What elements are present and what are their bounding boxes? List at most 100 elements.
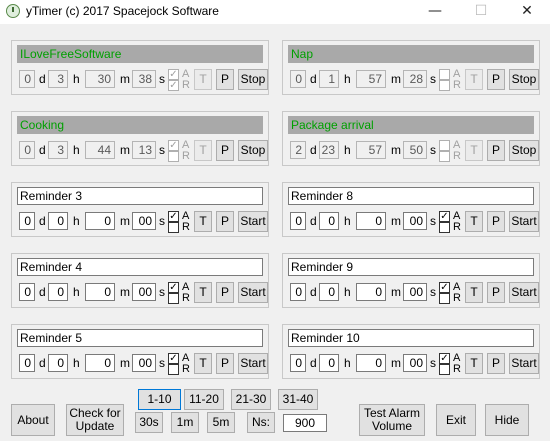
timer-name-input[interactable]: Reminder 10 (288, 329, 534, 347)
stop-button[interactable]: Stop (238, 69, 268, 90)
timer-name-input[interactable]: Package arrival (288, 116, 534, 134)
pause-button[interactable]: P (487, 69, 505, 90)
alarm-checkbox[interactable]: ✓ (168, 140, 179, 151)
timer-days-input[interactable]: 0 (290, 212, 306, 230)
alarm-checkbox[interactable]: ✓ (168, 353, 179, 364)
timer-name-input[interactable]: Cooking (17, 116, 263, 134)
timer-days-input[interactable]: 0 (19, 283, 35, 301)
test-alarm-volume-button[interactable]: Test Alarm Volume (359, 404, 425, 436)
timer-days-input[interactable]: 2 (290, 141, 306, 159)
timer-name-input[interactable]: Reminder 5 (17, 329, 263, 347)
start-button[interactable]: Start (509, 211, 539, 232)
quick-1m-button[interactable]: 1m (171, 412, 199, 433)
close-button[interactable]: ✕ (504, 0, 550, 24)
pause-button[interactable]: P (487, 140, 505, 161)
timer-hours-input[interactable]: 1 (319, 70, 339, 88)
timer-seconds-input[interactable]: 00 (403, 354, 427, 372)
timer-hours-input[interactable]: 0 (48, 354, 68, 372)
test-button[interactable]: T (194, 211, 212, 232)
page-button-31-40[interactable]: 31-40 (278, 389, 318, 410)
test-button[interactable]: T (194, 353, 212, 374)
start-button[interactable]: Start (509, 282, 539, 303)
repeat-checkbox[interactable] (439, 293, 450, 304)
repeat-checkbox[interactable] (439, 151, 450, 162)
test-button[interactable]: T (465, 140, 483, 161)
alarm-checkbox[interactable]: ✓ (168, 211, 179, 222)
timer-seconds-input[interactable]: 38 (132, 70, 156, 88)
timer-seconds-input[interactable]: 00 (132, 283, 156, 301)
test-button[interactable]: T (465, 211, 483, 232)
page-button-11-20[interactable]: 11-20 (184, 389, 224, 410)
timer-hours-input[interactable]: 0 (319, 354, 339, 372)
timer-days-input[interactable]: 0 (290, 283, 306, 301)
alarm-checkbox[interactable]: ✓ (439, 353, 450, 364)
test-button[interactable]: T (465, 69, 483, 90)
timer-minutes-input[interactable]: 0 (85, 283, 115, 301)
timer-name-input[interactable]: Reminder 3 (17, 187, 263, 205)
timer-seconds-input[interactable]: 00 (403, 283, 427, 301)
timer-hours-input[interactable]: 0 (319, 283, 339, 301)
pause-button[interactable]: P (216, 69, 234, 90)
timer-hours-input[interactable]: 3 (48, 70, 68, 88)
test-button[interactable]: T (194, 140, 212, 161)
timer-minutes-input[interactable]: 57 (356, 141, 386, 159)
minimize-button[interactable]: — (412, 0, 458, 24)
test-button[interactable]: T (194, 282, 212, 303)
repeat-checkbox[interactable] (168, 222, 179, 233)
timer-seconds-input[interactable]: 13 (132, 141, 156, 159)
page-button-21-30[interactable]: 21-30 (231, 389, 271, 410)
repeat-checkbox[interactable] (168, 151, 179, 162)
timer-name-input[interactable]: Reminder 8 (288, 187, 534, 205)
timer-minutes-input[interactable]: 30 (85, 70, 115, 88)
repeat-checkbox[interactable] (439, 364, 450, 375)
start-button[interactable]: Start (238, 282, 268, 303)
timer-hours-input[interactable]: 0 (48, 212, 68, 230)
pause-button[interactable]: P (216, 140, 234, 161)
start-button[interactable]: Start (238, 211, 268, 232)
timer-days-input[interactable]: 0 (290, 70, 306, 88)
about-button[interactable]: About (11, 404, 55, 436)
quick-5m-button[interactable]: 5m (207, 412, 235, 433)
quick-30s-button[interactable]: 30s (135, 412, 163, 433)
start-button[interactable]: Start (509, 353, 539, 374)
timer-minutes-input[interactable]: 0 (85, 212, 115, 230)
repeat-checkbox[interactable] (168, 293, 179, 304)
hide-button[interactable]: Hide (485, 404, 529, 436)
timer-hours-input[interactable]: 0 (319, 212, 339, 230)
timer-hours-input[interactable]: 23 (319, 141, 339, 159)
stop-button[interactable]: Stop (238, 140, 268, 161)
alarm-checkbox[interactable]: ✓ (168, 69, 179, 80)
maximize-button[interactable]: ☐ (458, 0, 504, 24)
repeat-checkbox[interactable] (439, 80, 450, 91)
timer-hours-input[interactable]: 0 (48, 283, 68, 301)
test-button[interactable]: T (194, 69, 212, 90)
check-for-update-button[interactable]: Check for Update (66, 404, 124, 436)
alarm-checkbox[interactable]: ✓ (168, 282, 179, 293)
timer-minutes-input[interactable]: 0 (356, 283, 386, 301)
pause-button[interactable]: P (216, 211, 234, 232)
timer-seconds-input[interactable]: 00 (132, 212, 156, 230)
stop-button[interactable]: Stop (509, 69, 539, 90)
timer-days-input[interactable]: 0 (19, 212, 35, 230)
timer-days-input[interactable]: 0 (19, 70, 35, 88)
timer-seconds-input[interactable]: 00 (403, 212, 427, 230)
timer-minutes-input[interactable]: 44 (85, 141, 115, 159)
test-button[interactable]: T (465, 282, 483, 303)
timer-minutes-input[interactable]: 0 (356, 354, 386, 372)
stop-button[interactable]: Stop (509, 140, 539, 161)
pause-button[interactable]: P (487, 353, 505, 374)
alarm-checkbox[interactable] (439, 69, 450, 80)
pause-button[interactable]: P (487, 282, 505, 303)
timer-name-input[interactable]: Nap (288, 45, 534, 63)
timer-minutes-input[interactable]: 0 (85, 354, 115, 372)
timer-minutes-input[interactable]: 57 (356, 70, 386, 88)
page-button-1-10[interactable]: 1-10 (138, 389, 181, 410)
alarm-checkbox[interactable]: ✓ (439, 211, 450, 222)
quick-ns-button[interactable]: Ns: (247, 412, 275, 433)
pause-button[interactable]: P (487, 211, 505, 232)
timer-minutes-input[interactable]: 0 (356, 212, 386, 230)
timer-days-input[interactable]: 0 (290, 354, 306, 372)
pause-button[interactable]: P (216, 282, 234, 303)
alarm-checkbox[interactable] (439, 140, 450, 151)
timer-days-input[interactable]: 0 (19, 141, 35, 159)
